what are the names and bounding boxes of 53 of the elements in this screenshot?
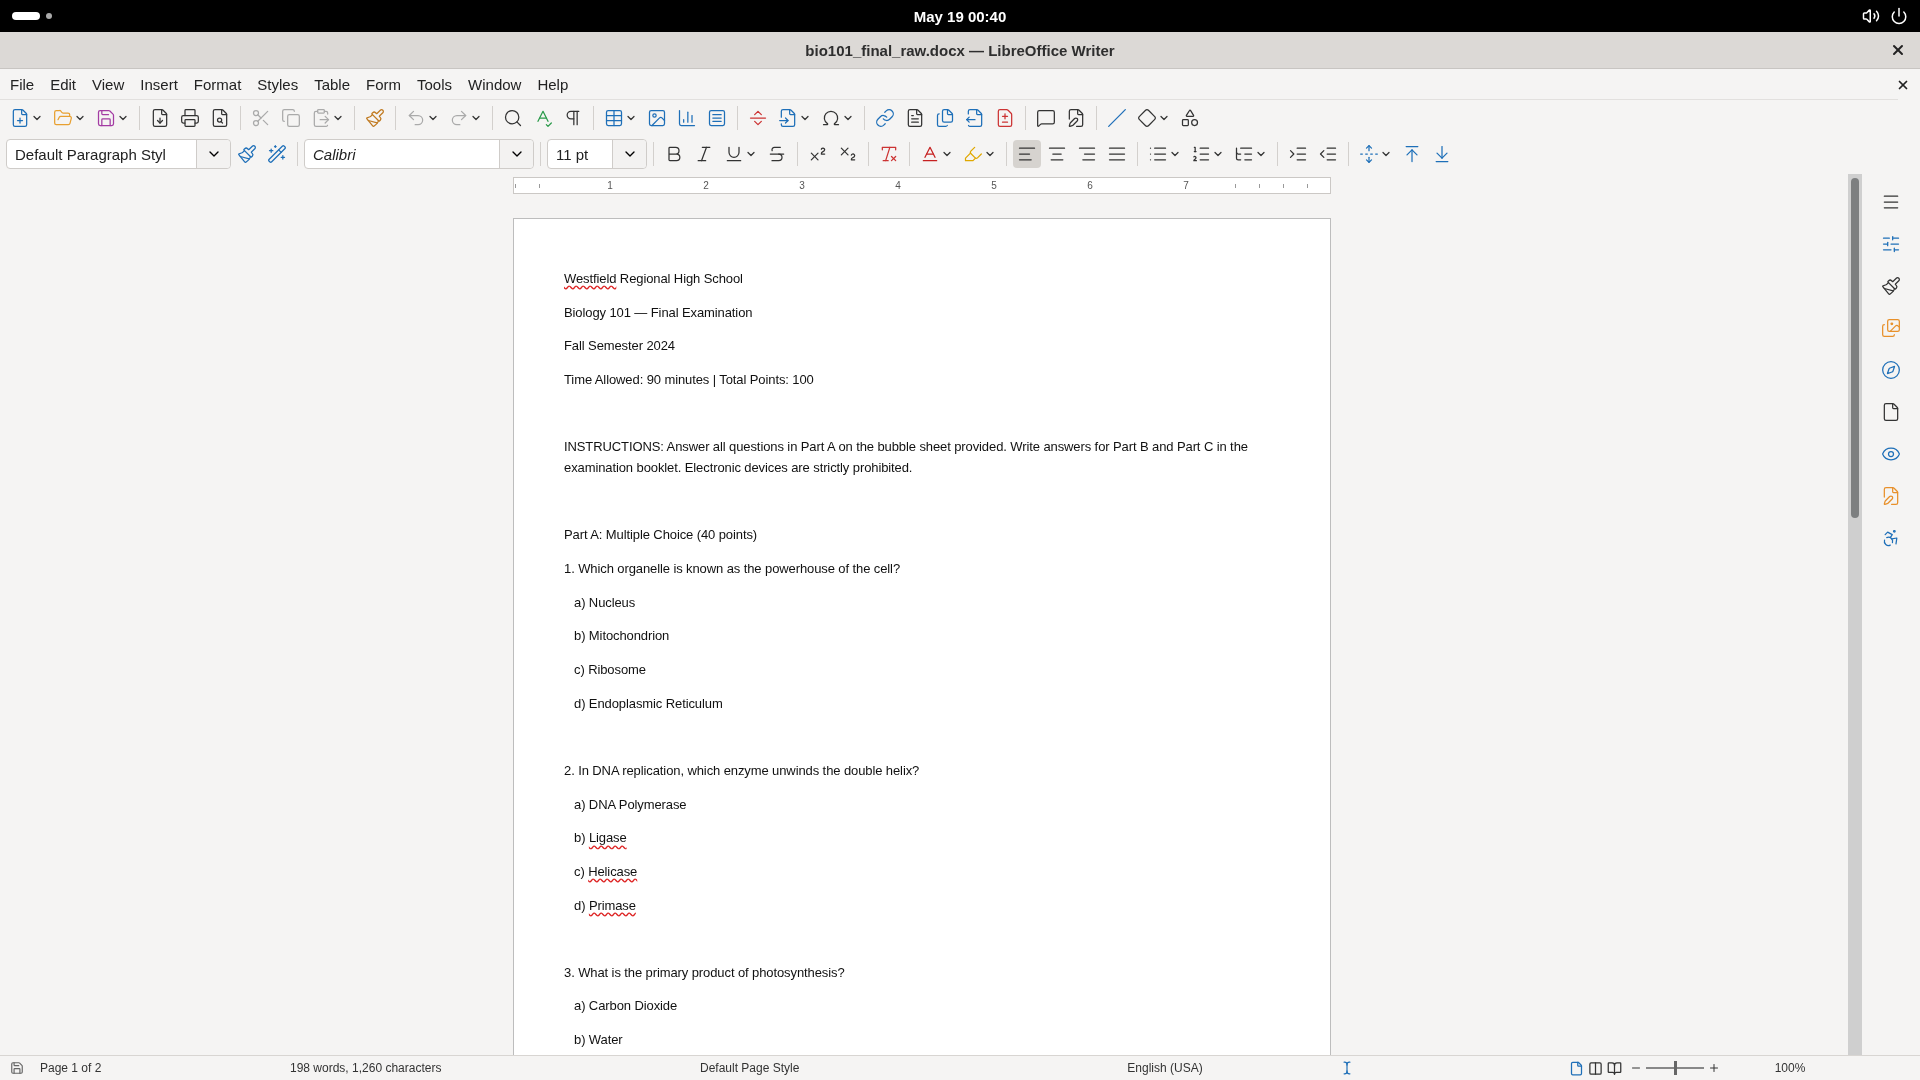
paragraph-text: b) Ligase bbox=[573, 829, 628, 848]
paragraph-text: a) DNA Polymerase bbox=[573, 795, 688, 814]
paragraph-text: INSTRUCTIONS: Answer all questions in Part A on the bubble sheet provided. Write answers for Part B and Part C in the examination booklet. Electronic devices are strictly prohibited. bbox=[564, 438, 1249, 478]
close-icon[interactable] bbox=[1890, 42, 1906, 58]
language[interactable]: English (USA) bbox=[990, 1061, 1340, 1075]
align-left-icon[interactable] bbox=[1013, 140, 1041, 168]
paragraph-text: c) Helicase bbox=[573, 862, 639, 881]
paragraph-text: 2. In DNA replication, which enzyme unwinds the double helix? bbox=[564, 761, 921, 780]
ruler[interactable]: 1 2 3 4 5 6 7 bbox=[513, 176, 1331, 194]
menu-item[interactable]: Edit bbox=[42, 72, 85, 96]
save-status-icon[interactable] bbox=[10, 1061, 24, 1075]
menu-item[interactable]: Styles bbox=[249, 72, 307, 96]
word-count[interactable]: 198 words, 1,260 characters bbox=[280, 1061, 690, 1075]
paragraph-text: b) Water bbox=[573, 1031, 624, 1050]
menu-item[interactable]: Format bbox=[185, 72, 250, 96]
paragraph-text: Time Allowed: 90 minutes | Total Points: 100 bbox=[564, 370, 815, 389]
paragraph-text: d) Endoplasmic Reticulum bbox=[573, 694, 724, 713]
book-view-icon[interactable] bbox=[1607, 1060, 1622, 1076]
paragraph-style-field[interactable]: Default Paragraph Styl bbox=[6, 139, 231, 169]
paragraph-text: b) Mitochondrion bbox=[573, 627, 671, 646]
menu-item[interactable]: Table bbox=[306, 72, 359, 96]
font-name-field[interactable]: Calibri bbox=[304, 139, 534, 169]
multi-page-view-icon[interactable] bbox=[1588, 1060, 1603, 1076]
paragraph-text: Biology 101 — Final Examination bbox=[564, 303, 754, 322]
paragraph-text: a) Carbon Dioxide bbox=[573, 997, 679, 1016]
window-title: bio101_final_raw.docx — LibreOffice Writer bbox=[805, 41, 1115, 59]
menu-item[interactable]: File bbox=[2, 72, 43, 96]
menu-item[interactable]: Insert bbox=[132, 72, 186, 96]
menu-item[interactable]: Form bbox=[358, 72, 410, 96]
clock[interactable]: May 19 00:40 bbox=[913, 7, 1007, 25]
paragraph-text: Part A: Multiple Choice (40 points) bbox=[564, 526, 759, 545]
zoom-percentage[interactable]: 100% bbox=[1720, 1061, 1860, 1075]
power-icon[interactable] bbox=[1890, 7, 1908, 25]
single-page-view-icon[interactable] bbox=[1569, 1060, 1584, 1076]
menu-item[interactable]: Help bbox=[529, 72, 577, 96]
paragraph-text: Fall Semester 2024 bbox=[564, 337, 676, 356]
zoom-slider-thumb[interactable] bbox=[1674, 1061, 1677, 1075]
paragraph-text: c) Ribosome bbox=[573, 661, 647, 680]
menu-item[interactable]: Tools bbox=[409, 72, 461, 96]
font-size-field[interactable]: 11 pt bbox=[547, 139, 647, 169]
volume-icon[interactable] bbox=[1862, 7, 1880, 25]
page-count[interactable]: Page 1 of 2 bbox=[30, 1061, 280, 1075]
paragraph-text: d) Primase bbox=[573, 896, 637, 915]
paragraph-text: 1. Which organelle is known as the powerhouse of the cell? bbox=[564, 560, 901, 579]
workspace-dot-icon bbox=[46, 13, 52, 19]
paragraph-text: 3. What is the primary product of photosynthesis? bbox=[564, 963, 846, 982]
menu-item[interactable]: Window bbox=[460, 72, 530, 96]
paragraph-text: Westfield Regional High School bbox=[564, 270, 744, 288]
activities-icon[interactable] bbox=[12, 12, 40, 20]
menu-item[interactable]: View bbox=[84, 72, 133, 96]
paragraph-text: a) Nucleus bbox=[573, 593, 637, 612]
zoom-in-icon[interactable] bbox=[1708, 1062, 1720, 1074]
page-style[interactable]: Default Page Style bbox=[690, 1061, 990, 1075]
